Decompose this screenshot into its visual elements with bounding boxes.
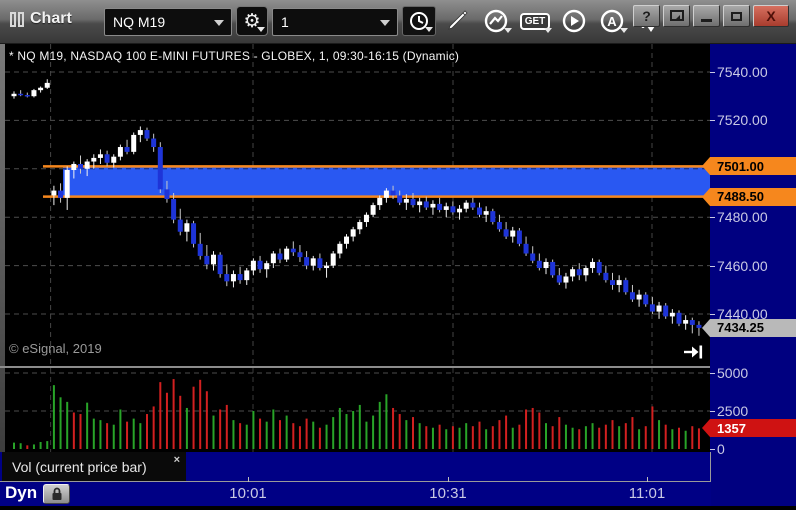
volume-indicator-label: Vol (current price bar) [12, 458, 147, 475]
price-pane[interactable]: * NQ M19, NASDAQ 100 E-MINI FUTURES - GL… [5, 44, 710, 366]
time-tick-label: 10:31 [429, 485, 467, 502]
price-tick-tick [710, 217, 715, 219]
zone-upper-price-value: 7501.00 [717, 158, 764, 174]
volume-indicator-tab[interactable]: Vol (current price bar) × [2, 452, 186, 481]
chart-window: Chart NQ M19 ⚙ 1 GET A ? X * NQ M19, NAS… [0, 0, 796, 510]
popout-button[interactable] [663, 5, 690, 27]
minimize-button[interactable] [693, 5, 720, 27]
close-icon: X [766, 8, 776, 24]
last-volume-badge: 1357 [702, 419, 796, 438]
maximize-icon [731, 11, 742, 21]
auto-annotate-button[interactable]: A [594, 6, 630, 36]
price-tick-tick [710, 120, 715, 122]
arrow-to-bar-icon [684, 345, 703, 359]
help-label: ? [642, 8, 651, 24]
volume-tick-label: 2500 [717, 403, 749, 419]
get-data-button[interactable]: GET [516, 6, 554, 36]
volume-tick-tick [710, 411, 715, 412]
indicator-button[interactable] [478, 6, 514, 36]
chevron-down-icon [214, 20, 224, 26]
zone-lower-price-badge: 7488.50 [702, 187, 796, 206]
lock-icon [52, 487, 61, 500]
lock-scale-button[interactable] [43, 484, 70, 504]
minimize-icon [701, 19, 712, 22]
chevron-down-icon [425, 27, 433, 32]
time-axis[interactable]: Dyn 10:01 10:31 11:01 [0, 482, 711, 506]
close-indicator-icon[interactable]: × [174, 454, 180, 466]
copyright-text: © eSignal, 2019 [9, 341, 102, 356]
close-button[interactable]: X [753, 5, 789, 27]
price-tick-label: 7460.00 [717, 257, 768, 274]
interval-value: 1 [281, 14, 289, 30]
price-tick-tick [710, 265, 715, 267]
window-title-group: Chart [10, 10, 72, 28]
play-replay-icon [562, 9, 586, 33]
chevron-down-icon [380, 20, 390, 26]
pencil-draw-icon [448, 10, 468, 30]
volume-tick-tick [710, 449, 715, 450]
price-tick-label: 7540.00 [717, 64, 768, 80]
price-axis[interactable]: 7501.00 7488.50 7434.25 1357 7540.00 7520… [702, 44, 796, 506]
chevron-down-icon [257, 27, 265, 32]
chevron-down-icon [620, 28, 628, 33]
price-chart-svg[interactable] [5, 44, 710, 366]
last-volume-value: 1357 [717, 420, 746, 436]
price-tick-tick [710, 314, 715, 315]
help-button[interactable]: ? [633, 5, 660, 27]
symbol-settings-button[interactable]: ⚙ [236, 6, 268, 36]
interval-dropdown[interactable]: 1 [272, 8, 398, 36]
volume-tick-label: 0 [717, 441, 725, 457]
price-tick-label: 7440.00 [717, 306, 768, 322]
volume-chart-svg[interactable] [5, 368, 710, 452]
price-tick-tick [710, 72, 715, 73]
draw-tool-button[interactable] [440, 6, 474, 36]
indicator-tab-strip: Vol (current price bar) × [0, 452, 711, 485]
time-template-button[interactable] [402, 6, 436, 36]
volume-pane[interactable] [5, 368, 710, 452]
symbol-dropdown[interactable]: NQ M19 [104, 8, 232, 36]
goto-latest-bar-button[interactable] [682, 344, 704, 360]
chart-header: * NQ M19, NASDAQ 100 E-MINI FUTURES - GL… [9, 49, 460, 63]
bottom-border [0, 506, 796, 510]
zone-upper-price-badge: 7501.00 [702, 157, 796, 176]
popout-icon [669, 10, 684, 21]
svg-text:A: A [607, 14, 617, 29]
titlebar: Chart NQ M19 ⚙ 1 GET A ? X [0, 0, 796, 44]
get-data-icon: GET [519, 12, 551, 30]
volume-tick-tick [710, 373, 715, 374]
volume-tick-label: 5000 [717, 365, 749, 381]
chart-window-icon [10, 11, 24, 27]
zone-lower-price-value: 7488.50 [717, 189, 764, 205]
last-price-value: 7434.25 [717, 320, 764, 336]
maximize-button[interactable] [723, 5, 750, 27]
symbol-value: NQ M19 [113, 14, 166, 30]
price-tick-label: 7520.00 [717, 112, 768, 129]
time-tick-label: 11:01 [628, 485, 666, 502]
replay-button[interactable] [556, 6, 592, 36]
window-title: Chart [30, 10, 72, 27]
time-tick-label: 10:01 [229, 485, 267, 502]
chevron-down-icon [504, 28, 512, 33]
chevron-down-icon [544, 28, 552, 33]
price-tick-label: 7480.00 [717, 209, 768, 226]
dynamic-mode-button[interactable]: Dyn [5, 483, 37, 503]
